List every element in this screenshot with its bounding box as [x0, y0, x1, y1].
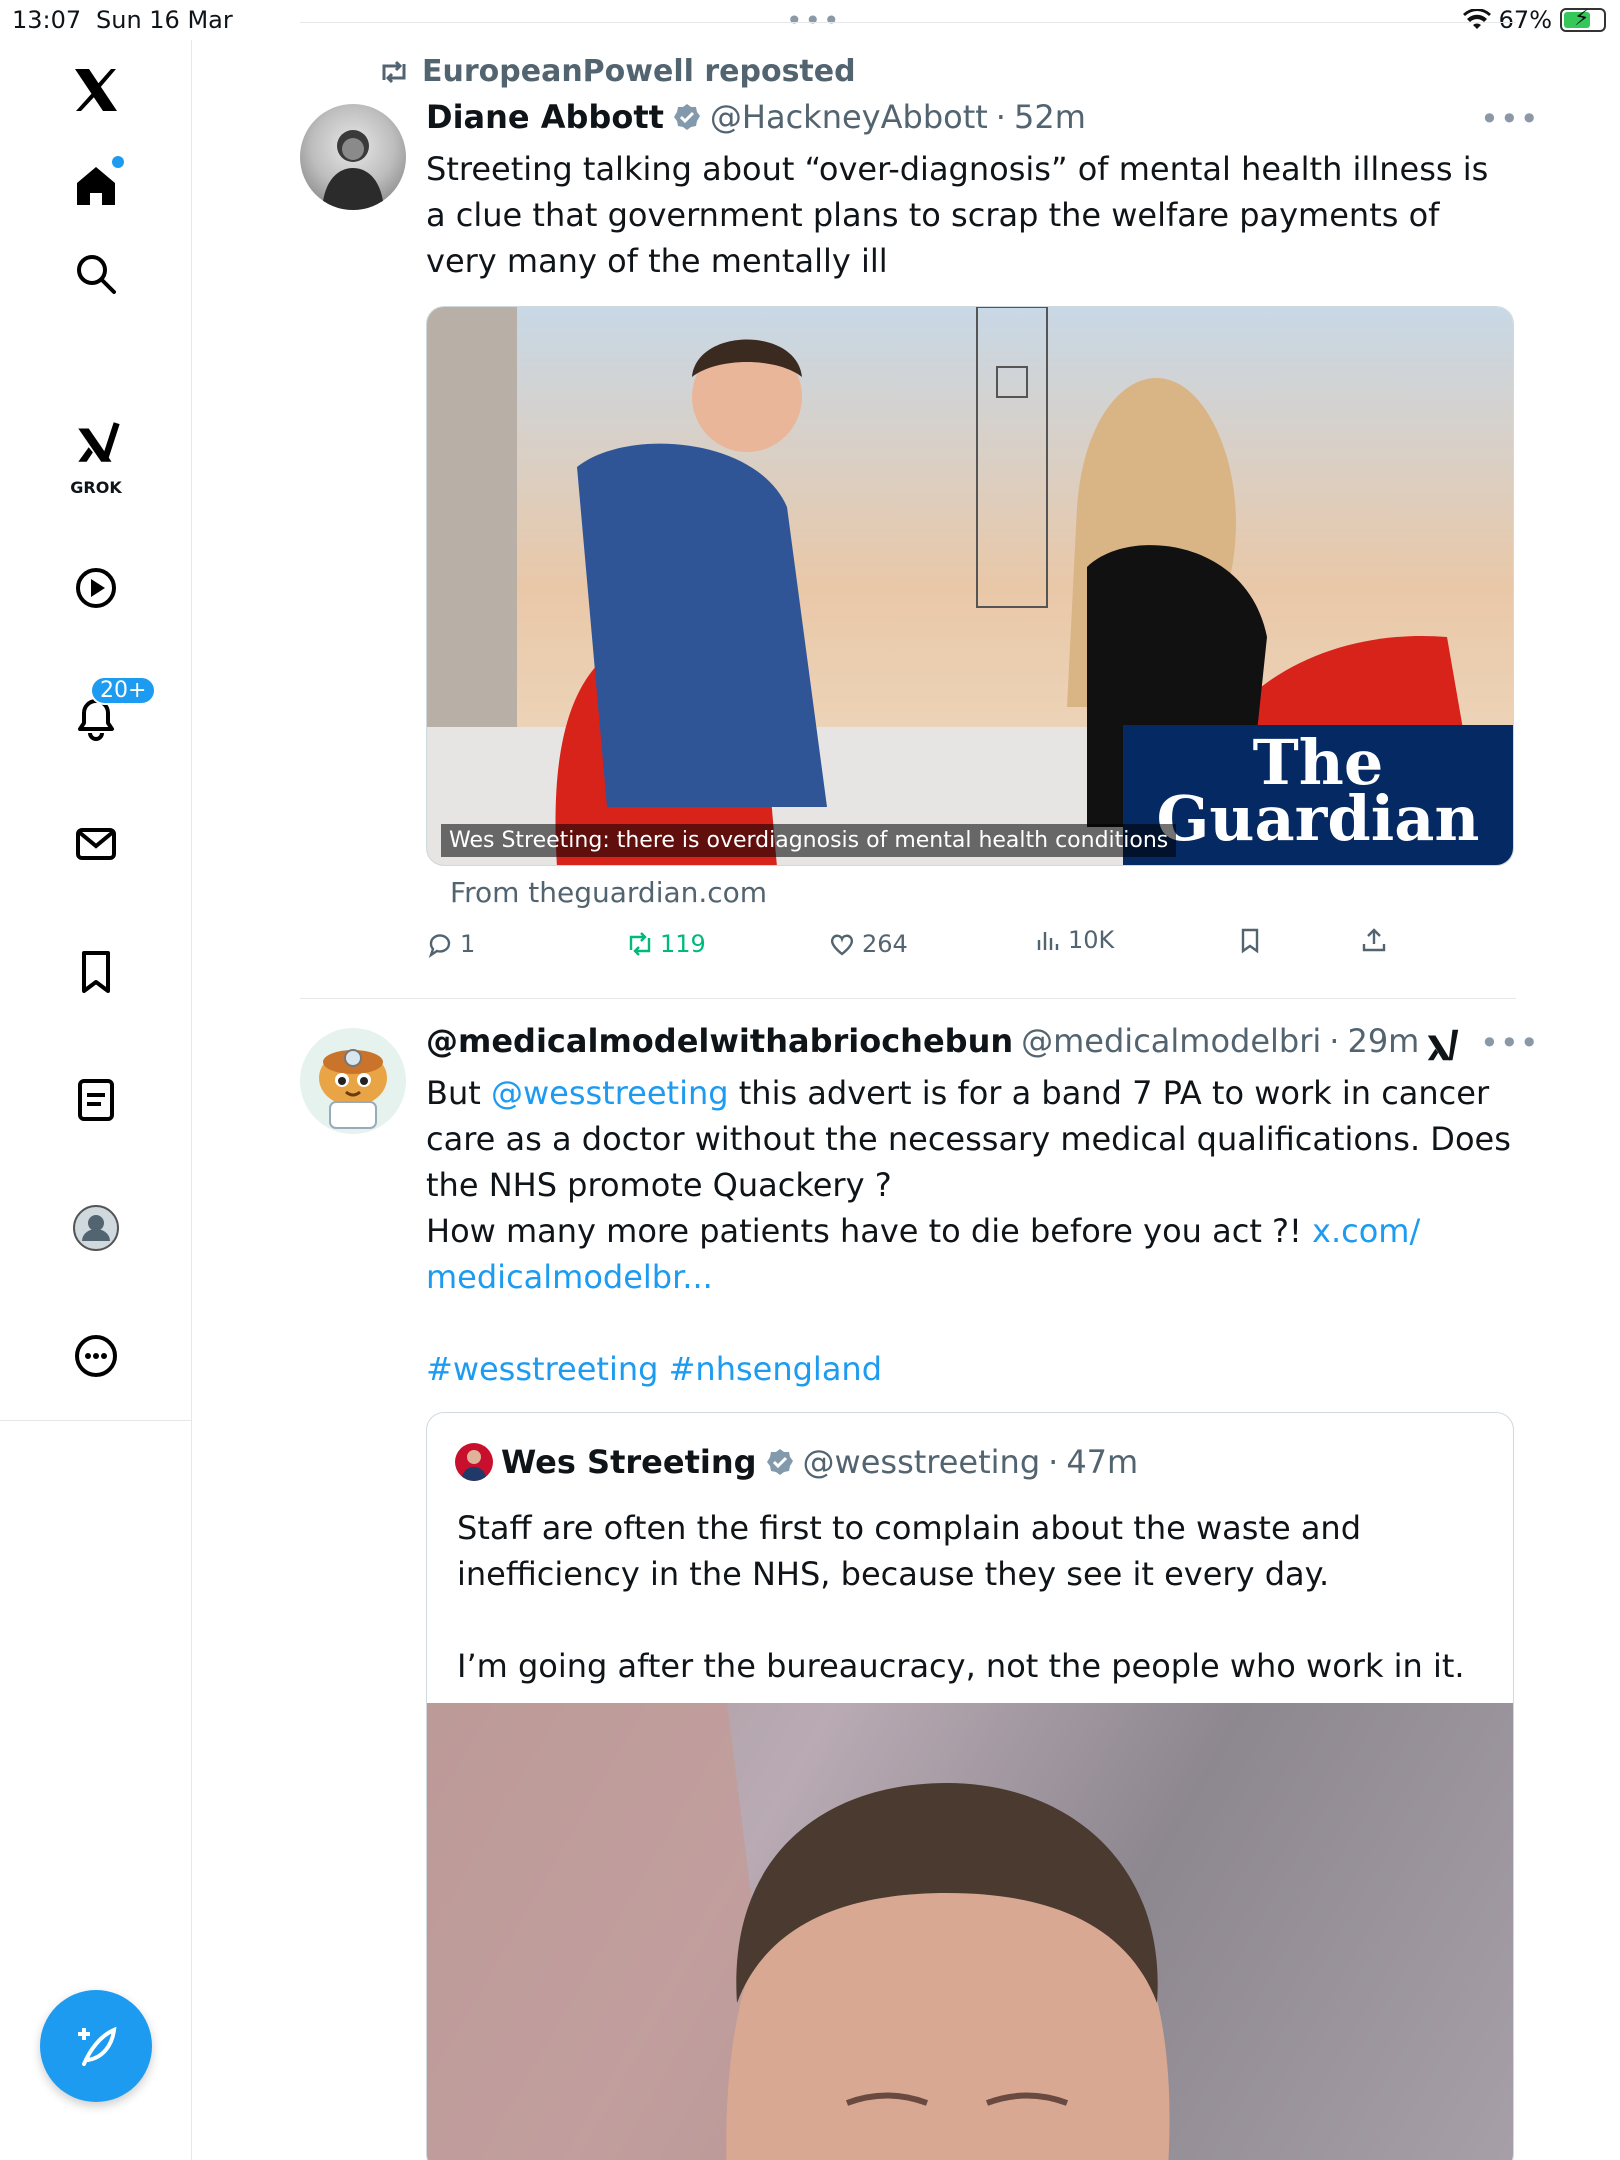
repost-indicator[interactable]: EuropeanPowell reposted: [378, 54, 856, 89]
like-count: 264: [862, 930, 908, 958]
x-logo-svg: [75, 69, 117, 111]
clock: 13:07: [12, 6, 82, 34]
post-divider: [300, 998, 1516, 999]
profile-avatar-icon[interactable]: [56, 1188, 136, 1268]
avatar-wes-streeting[interactable]: [455, 1443, 493, 1481]
quote-author-name[interactable]: Wes Streeting: [501, 1443, 757, 1481]
grok-explain-icon[interactable]: [1424, 1026, 1462, 1064]
dot-separator: ·: [1048, 1443, 1059, 1481]
share-button[interactable]: [1360, 926, 1388, 954]
post1-text: Streeting talking about “over-diagnosis”…: [426, 150, 1489, 280]
link-card-image[interactable]: The Guardian Wes Streeting: there is ove…: [426, 306, 1514, 866]
author-name[interactable]: Diane Abbott: [426, 98, 664, 136]
quote-paragraph-1: Staff are often the first to complain ab…: [457, 1509, 1362, 1593]
card-caption: Wes Streeting: there is overdiagnosis of…: [441, 824, 1177, 857]
dot-separator: ·: [995, 98, 1006, 136]
post2-text-prefix: But: [426, 1074, 491, 1112]
battery-icon: ⚡: [1560, 6, 1606, 32]
url-link-part2[interactable]: medicalmodelbr...: [426, 1258, 713, 1296]
feed-top-divider: [300, 22, 1516, 23]
more-options-icon[interactable]: [56, 1316, 136, 1396]
compose-feather-icon: [78, 2026, 117, 2066]
post2-header: @medicalmodelwithabriochebun @medicalmod…: [426, 1022, 1419, 1060]
repost-icon: [382, 60, 406, 83]
x-logo-icon[interactable]: [56, 50, 136, 130]
author-handle[interactable]: @medicalmodelbri: [1021, 1022, 1321, 1060]
search-icon[interactable]: [56, 234, 136, 314]
views-button[interactable]: 10K: [1034, 926, 1114, 954]
view-count: 10K: [1068, 926, 1115, 954]
quote-time: 47m: [1066, 1443, 1139, 1481]
quote-author-handle[interactable]: @wesstreeting: [803, 1443, 1041, 1481]
status-bar: 13:07 Sun 16 Mar ••• 67% ⚡: [0, 0, 1620, 40]
avatar-diane-abbott[interactable]: [300, 104, 406, 210]
battery-percent: 67%: [1498, 6, 1552, 34]
bookmarks-icon[interactable]: [56, 932, 136, 1012]
notifications-badge: 20+: [90, 676, 157, 705]
repost-button[interactable]: 119: [626, 930, 706, 958]
author-handle[interactable]: @HackneyAbbott: [710, 98, 988, 136]
avatar-wes-graphic: [461, 1450, 487, 1481]
video-still-graphic: [427, 1703, 1170, 2160]
home-unread-dot: [112, 156, 124, 168]
wifi-icon: [1462, 9, 1491, 29]
quote-video-thumbnail[interactable]: [427, 1703, 1513, 2160]
reply-icon: [428, 934, 451, 958]
guardian-logo: The Guardian: [1123, 725, 1513, 865]
quoted-post[interactable]: Wes Streeting @wesstreeting · 47m Staff …: [426, 1412, 1514, 2160]
post-time[interactable]: 52m: [1014, 98, 1086, 136]
url-link-part1[interactable]: x.com/: [1312, 1212, 1420, 1250]
verified-badge-icon: [673, 104, 700, 130]
avatar-portrait-graphic: [322, 130, 384, 210]
grok-label: GROK: [70, 478, 122, 497]
grok-icon[interactable]: GROK: [56, 416, 136, 526]
status-right: 67% ⚡: [1462, 6, 1606, 34]
compose-post-button[interactable]: [40, 1990, 152, 2102]
video-icon[interactable]: [56, 548, 136, 628]
post1-actions: 1 119 264 10K: [426, 926, 1516, 970]
post2-text: But @wesstreeting this advert is for a b…: [426, 1070, 1516, 1392]
author-name[interactable]: @medicalmodelwithabriochebun: [426, 1022, 1013, 1060]
sidebar: GROK 20+: [0, 40, 192, 2160]
post2-more-icon[interactable]: •••: [1480, 1024, 1540, 1062]
reply-button[interactable]: 1: [426, 930, 475, 958]
views-chart-icon: [1037, 932, 1059, 950]
messages-icon[interactable]: [56, 804, 136, 884]
reply-count: 1: [460, 930, 476, 958]
home-icon[interactable]: [56, 146, 136, 226]
dot-separator: ·: [1329, 1022, 1340, 1060]
verified-badge-icon: [766, 1449, 793, 1475]
repost-count-icon: [629, 932, 651, 956]
post1-more-icon[interactable]: •••: [1480, 100, 1540, 138]
mention-link[interactable]: @wesstreeting: [491, 1074, 729, 1112]
post1-header: Diane Abbott @HackneyAbbott · 52m: [426, 98, 1086, 136]
hashtags[interactable]: #wesstreeting #nhsengland: [426, 1350, 882, 1388]
like-button[interactable]: 264: [828, 930, 908, 958]
share-icon: [1362, 928, 1386, 952]
sidebar-divider: [0, 1420, 192, 1421]
quote-paragraph-2: I’m going after the bureaucracy, not the…: [457, 1647, 1465, 1685]
guardian-logo-line2: Guardian: [1156, 782, 1480, 855]
lists-icon[interactable]: [56, 1060, 136, 1140]
heart-icon: [830, 934, 854, 956]
bookmark-icon: [1241, 928, 1259, 954]
card-source[interactable]: From theguardian.com: [450, 876, 767, 909]
quote-text: Staff are often the first to complain ab…: [457, 1505, 1487, 1689]
avatar-medicalmodel[interactable]: [300, 1028, 406, 1134]
notifications-icon[interactable]: 20+: [56, 676, 157, 758]
repost-label: EuropeanPowell reposted: [422, 54, 856, 89]
post2-text-line2: How many more patients have to die befor…: [426, 1212, 1313, 1250]
bookmark-button[interactable]: [1236, 926, 1264, 954]
date: Sun 16 Mar: [96, 6, 233, 34]
multitask-dots-icon[interactable]: •••: [786, 4, 842, 37]
post-time[interactable]: 29m: [1347, 1022, 1419, 1060]
repost-count: 119: [660, 930, 706, 958]
avatar-cartoon-graphic: [319, 1049, 387, 1129]
quote-header: Wes Streeting @wesstreeting · 47m: [455, 1443, 1138, 1481]
